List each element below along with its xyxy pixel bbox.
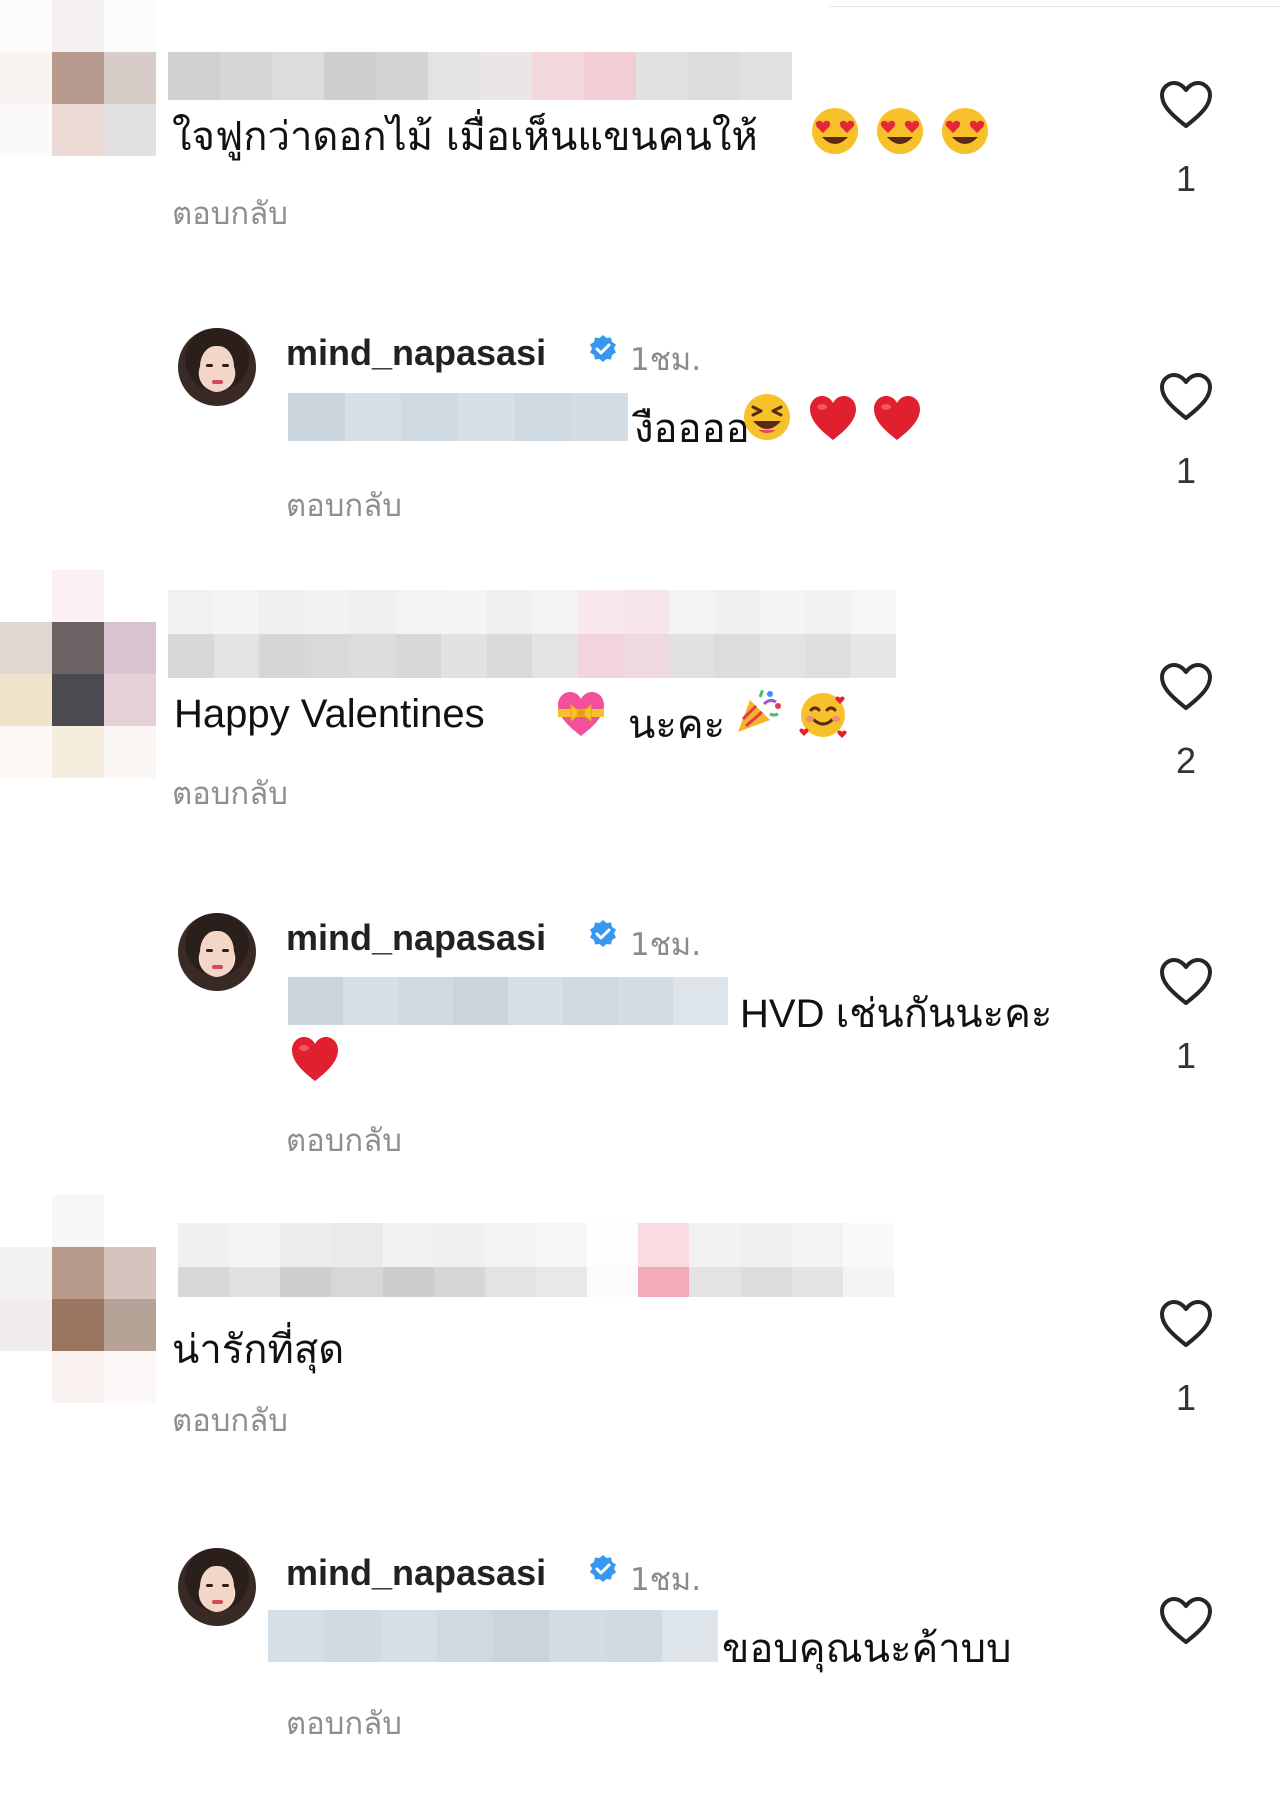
comment-text: HVD เช่นกันนะคะ [740, 992, 1053, 1036]
like-count: 1 [1175, 158, 1197, 199]
red-heart-emoji [874, 396, 920, 440]
reply-button[interactable]: ตอบกลับ [172, 188, 288, 238]
comment-text: น่ารักที่สุด [172, 1327, 345, 1373]
censored-username [168, 590, 896, 634]
comment-text: งืออออ [634, 406, 750, 452]
comment-1: ใจฟูกว่าดอกไม้ เมื่อเห็นแขนคนให้ ตอบกลับ… [0, 0, 1280, 250]
pixelated-avatar [0, 570, 156, 778]
censored-mention [268, 1610, 718, 1662]
comment-6: mind_napasasi 1ชม. ขอบคุณนะค้าบบ ตอบกลับ [0, 1520, 1280, 1800]
smiling-hearts-emoji [799, 693, 847, 738]
like-count: 2 [1175, 740, 1197, 781]
red-heart-emoji [292, 1037, 338, 1081]
heart-eyes-emoji [812, 108, 858, 154]
heart-ribbon-emoji [558, 692, 604, 736]
laughing-emoji [744, 394, 790, 440]
comment-text: นะคะ [628, 702, 726, 748]
party-popper-emoji [738, 689, 781, 732]
censored-mention [288, 393, 629, 441]
like-heart-icon[interactable] [1158, 1299, 1214, 1349]
reply-button[interactable]: ตอบกลับ [286, 480, 402, 530]
censored-username [168, 52, 792, 100]
verified-badge-icon [590, 1555, 616, 1582]
like-heart-icon[interactable] [1158, 372, 1214, 422]
like-heart-icon[interactable] [1158, 662, 1214, 712]
censored-username [178, 1267, 894, 1297]
pixelated-avatar [0, 0, 156, 208]
red-heart-emoji [810, 396, 856, 440]
comment-text: ขอบคุณนะค้าบบ [722, 1626, 1012, 1672]
like-heart-icon[interactable] [1158, 957, 1214, 1007]
censored-username [168, 634, 896, 678]
reply-button[interactable]: ตอบกลับ [172, 768, 288, 818]
comment-timestamp: 1ชม. [630, 1562, 702, 1598]
comment-text: ใจฟูกว่าดอกไม้ เมื่อเห็นแขนคนให้ [172, 114, 758, 160]
like-heart-icon[interactable] [1158, 1596, 1214, 1646]
verified-badge-icon [590, 920, 616, 947]
comment-4: mind_napasasi 1ชม. HVD เช่นกันนะคะ ตอบกล… [0, 885, 1280, 1185]
pixelated-avatar [0, 1195, 156, 1403]
censored-mention [288, 977, 728, 1025]
reply-button[interactable]: ตอบกลับ [172, 1395, 288, 1445]
avatar[interactable] [178, 328, 256, 406]
heart-eyes-emoji [877, 108, 923, 154]
comment-5: น่ารักที่สุด ตอบกลับ 1 [0, 1195, 1280, 1475]
heart-eyes-emoji [942, 108, 988, 154]
username[interactable]: mind_napasasi [286, 1552, 546, 1594]
verified-badge-icon [590, 335, 616, 362]
like-count: 1 [1175, 1377, 1197, 1418]
comment-3: Happy Valentines นะคะ ตอบกลับ 2 [0, 570, 1280, 830]
comment-2: mind_napasasi 1ชม. งืออออ ตอบกลับ 1 [0, 300, 1280, 550]
reply-button[interactable]: ตอบกลับ [286, 1115, 402, 1165]
username[interactable]: mind_napasasi [286, 332, 546, 374]
censored-username [178, 1223, 894, 1267]
comment-text: Happy Valentines [174, 692, 485, 736]
comment-timestamp: 1ชม. [630, 927, 702, 963]
avatar[interactable] [178, 1548, 256, 1626]
like-count: 1 [1175, 1035, 1197, 1076]
like-heart-icon[interactable] [1158, 80, 1214, 130]
like-count: 1 [1175, 450, 1197, 491]
avatar[interactable] [178, 913, 256, 991]
comment-timestamp: 1ชม. [630, 342, 702, 378]
username[interactable]: mind_napasasi [286, 917, 546, 959]
reply-button[interactable]: ตอบกลับ [286, 1698, 402, 1748]
